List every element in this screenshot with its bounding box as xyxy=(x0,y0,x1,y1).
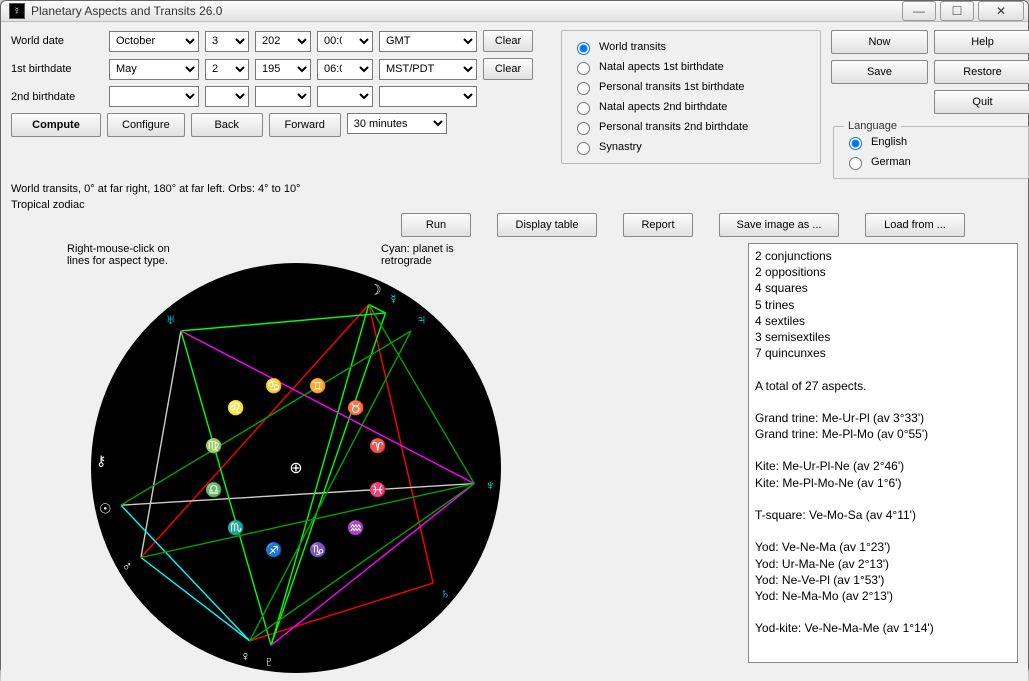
mode-radio-0[interactable]: World transits xyxy=(572,37,810,57)
world-date-label: World date xyxy=(11,35,103,47)
titlebar: ☿ Planetary Aspects and Transits 26.0 — … xyxy=(1,1,1028,22)
aspect-wheel[interactable]: ⊕ ♈♉♊♋♌♍♎♏♐♑♒♓☽☿♃♆♄♀♇♂☉⚷♅ xyxy=(91,263,501,673)
language-radio-german[interactable]: German xyxy=(844,152,1018,172)
language-group: Language EnglishGerman xyxy=(833,120,1029,179)
bd1-tz-select[interactable]: MST/PDT xyxy=(379,59,477,80)
app-icon: ☿ xyxy=(9,3,25,19)
mode-radio-3[interactable]: Natal apects 2nd birthdate xyxy=(572,97,810,117)
compute-button[interactable]: Compute xyxy=(11,113,101,137)
world-clear-button[interactable]: Clear xyxy=(483,30,533,52)
save-image-button[interactable]: Save image as ... xyxy=(719,213,839,237)
configure-button[interactable]: Configure xyxy=(107,113,185,137)
zodiac-sign: ♉ xyxy=(347,399,364,416)
forward-button[interactable]: Forward xyxy=(269,113,341,137)
run-button[interactable]: Run xyxy=(401,213,471,237)
window-title: Planetary Aspects and Transits 26.0 xyxy=(31,4,902,18)
now-button[interactable]: Now xyxy=(831,30,928,54)
world-time-select[interactable]: 00:00 xyxy=(317,31,373,52)
bd2-tz-select[interactable] xyxy=(379,86,477,107)
mode-radio-2[interactable]: Personal transits 1st birthdate xyxy=(572,77,810,97)
step-select[interactable]: 30 minutes xyxy=(347,113,447,134)
right-panel: Now Help Save Restore Quit Language Engl… xyxy=(831,30,1029,179)
svg-text:⊕: ⊕ xyxy=(289,460,302,477)
close-button[interactable]: ✕ xyxy=(978,1,1024,21)
load-from-button[interactable]: Load from ... xyxy=(865,213,965,237)
client-area: World date October 3 2023 00:00 GMT Clea… xyxy=(1,22,1028,681)
zodiac-sign: ♎ xyxy=(205,481,222,498)
bd2-year-select[interactable] xyxy=(255,86,311,107)
display-table-button[interactable]: Display table xyxy=(497,213,597,237)
restore-button[interactable]: Restore xyxy=(934,60,1029,84)
chart-area: Right-mouse-click on lines for aspect ty… xyxy=(11,243,511,673)
mode-group: World transitsNatal apects 1st birthdate… xyxy=(561,30,821,164)
first-bd-label: 1st birthdate xyxy=(11,63,103,75)
world-day-select[interactable]: 3 xyxy=(205,31,249,52)
world-tz-select[interactable]: GMT xyxy=(379,31,477,52)
bd1-month-select[interactable]: May xyxy=(109,59,199,80)
language-radio-english[interactable]: English xyxy=(844,132,1018,152)
mode-radio-5[interactable]: Synastry xyxy=(572,137,810,157)
quit-button[interactable]: Quit xyxy=(934,90,1029,114)
help-button[interactable]: Help xyxy=(934,30,1029,54)
second-bd-label: 2nd birthdate xyxy=(11,91,103,103)
mode-radio-4[interactable]: Personal transits 2nd birthdate xyxy=(572,117,810,137)
app-window: ☿ Planetary Aspects and Transits 26.0 — … xyxy=(0,0,1029,674)
results-text[interactable]: 2 conjunctions 2 oppositions 4 squares 5… xyxy=(748,243,1018,663)
mode-radio-1[interactable]: Natal apects 1st birthdate xyxy=(572,57,810,77)
zodiac-sign: ♓ xyxy=(369,481,386,498)
bd1-time-select[interactable]: 06:00 xyxy=(317,59,373,80)
status-line-1: World transits, 0° at far right, 180° at… xyxy=(11,183,1018,195)
language-legend: Language xyxy=(844,120,901,132)
minimize-button[interactable]: — xyxy=(902,1,936,21)
zodiac-sign: ♒ xyxy=(347,520,364,537)
bd1-day-select[interactable]: 25 xyxy=(205,59,249,80)
zodiac-sign: ♏ xyxy=(227,520,244,537)
zodiac-sign: ♑ xyxy=(309,542,326,559)
world-year-select[interactable]: 2023 xyxy=(255,31,311,52)
bd1-year-select[interactable]: 1956 xyxy=(255,59,311,80)
save-button[interactable]: Save xyxy=(831,60,928,84)
bd1-clear-button[interactable]: Clear xyxy=(483,58,533,80)
date-inputs-panel: World date October 3 2023 00:00 GMT Clea… xyxy=(11,30,551,141)
zodiac-sign: ♍ xyxy=(205,438,222,455)
zodiac-sign: ♐ xyxy=(265,542,282,559)
bd2-month-select[interactable] xyxy=(109,86,199,107)
zodiac-sign: ♌ xyxy=(227,399,244,416)
status-line-2: Tropical zodiac xyxy=(11,199,1018,211)
zodiac-sign: ♊ xyxy=(309,377,326,394)
maximize-button[interactable]: ☐ xyxy=(940,1,974,21)
zodiac-sign: ♋ xyxy=(265,377,282,394)
zodiac-sign: ♈ xyxy=(369,438,386,455)
bd2-day-select[interactable] xyxy=(205,86,249,107)
world-month-select[interactable]: October xyxy=(109,31,199,52)
report-button[interactable]: Report xyxy=(623,213,693,237)
back-button[interactable]: Back xyxy=(191,113,263,137)
bd2-time-select[interactable] xyxy=(317,86,373,107)
